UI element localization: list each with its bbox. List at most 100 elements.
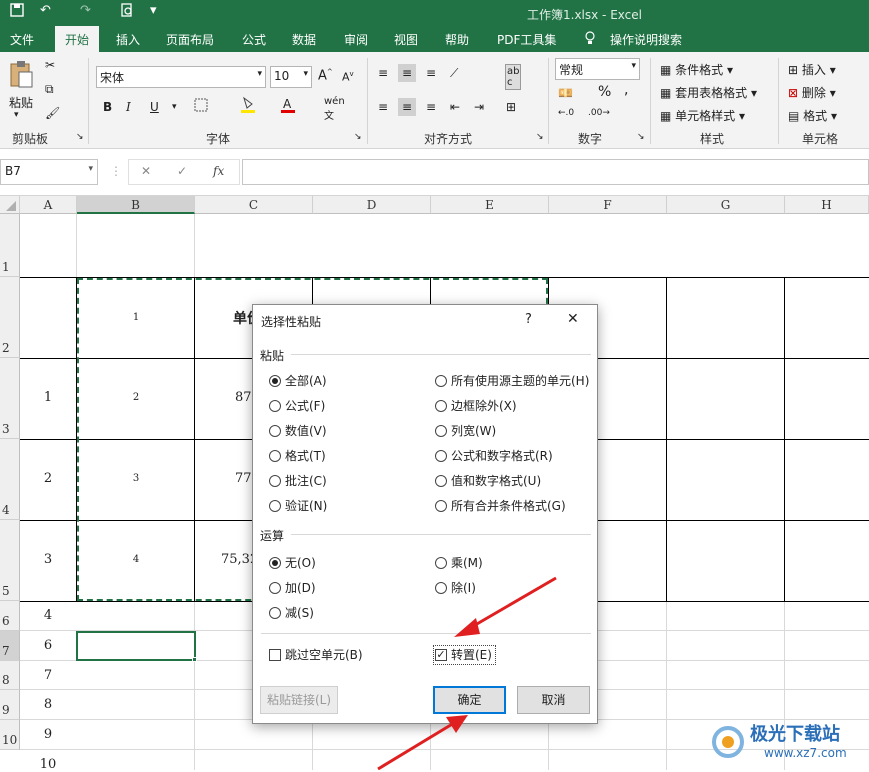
orientation-icon[interactable]: ⟋ bbox=[450, 66, 458, 81]
percent-style-icon[interactable]: % bbox=[598, 84, 611, 100]
clipboard-launcher-icon[interactable]: ↘ bbox=[76, 132, 84, 142]
checkbox-skip-blanks[interactable]: 跳过空单元(B) bbox=[269, 647, 363, 663]
select-all-corner[interactable] bbox=[0, 196, 20, 214]
phonetic-icon[interactable]: wén 文 bbox=[324, 96, 345, 122]
radio-paste-source-theme[interactable]: 所有使用源主题的单元(H) bbox=[435, 373, 589, 389]
decrease-decimal-icon[interactable]: .00→ bbox=[588, 108, 610, 118]
redo-icon[interactable]: ↷ bbox=[80, 3, 91, 18]
tab-review[interactable]: 审阅 bbox=[344, 31, 368, 48]
tab-pdf-tools[interactable]: PDF工具集 bbox=[497, 31, 556, 48]
delete-cells-button[interactable]: ⊠ 删除 ▾ bbox=[788, 84, 836, 101]
row-header-3[interactable]: 3 bbox=[0, 358, 20, 439]
column-header-h[interactable]: H bbox=[785, 196, 869, 214]
column-header-d[interactable]: D bbox=[313, 196, 431, 214]
radio-paste-validation[interactable]: 验证(N) bbox=[269, 498, 327, 514]
close-button[interactable]: ✕ bbox=[567, 311, 579, 327]
font-size-select[interactable]: 10 ▾ bbox=[270, 66, 312, 88]
tab-page-layout[interactable]: 页面布局 bbox=[166, 31, 214, 48]
undo-icon[interactable]: ↶ bbox=[40, 3, 51, 18]
tab-view[interactable]: 视图 bbox=[394, 31, 418, 48]
customize-qa-icon[interactable]: ▾ bbox=[150, 3, 157, 18]
alignment-launcher-icon[interactable]: ↘ bbox=[536, 132, 544, 142]
save-icon[interactable] bbox=[10, 3, 24, 21]
number-launcher-icon[interactable]: ↘ bbox=[637, 132, 645, 142]
radio-op-add[interactable]: 加(D) bbox=[269, 580, 316, 596]
row-header-1[interactable]: 1 bbox=[0, 214, 20, 277]
align-middle-icon[interactable]: ≡ bbox=[398, 64, 417, 82]
row-header-8[interactable]: 8 bbox=[0, 661, 20, 690]
radio-paste-no-borders[interactable]: 边框除外(X) bbox=[435, 398, 517, 414]
row-header-5[interactable]: 5 bbox=[0, 520, 20, 601]
cancel-entry-icon[interactable]: ✕ bbox=[141, 164, 151, 178]
decrease-font-icon[interactable]: Av bbox=[342, 70, 354, 84]
cancel-button[interactable]: 取消 bbox=[517, 686, 590, 714]
radio-paste-formats[interactable]: 格式(T) bbox=[269, 448, 326, 464]
fill-handle[interactable] bbox=[192, 657, 197, 662]
align-right-icon[interactable]: ≡ bbox=[426, 100, 436, 114]
format-as-table-button[interactable]: ▦ 套用表格格式 ▾ bbox=[660, 84, 757, 101]
name-box[interactable]: B7 ▾ bbox=[0, 159, 98, 185]
tab-data[interactable]: 数据 bbox=[292, 31, 316, 48]
radio-paste-column-widths[interactable]: 列宽(W) bbox=[435, 423, 496, 439]
row-header-6[interactable]: 6 bbox=[0, 601, 20, 631]
confirm-entry-icon[interactable]: ✓ bbox=[177, 164, 187, 178]
insert-cells-button[interactable]: ⊞ 插入 ▾ bbox=[788, 61, 836, 78]
align-center-icon[interactable]: ≡ bbox=[398, 98, 417, 116]
radio-op-none[interactable]: 无(O) bbox=[269, 555, 316, 571]
cut-icon[interactable]: ✂ bbox=[45, 58, 55, 72]
radio-op-multiply[interactable]: 乘(M) bbox=[435, 555, 483, 571]
cell-styles-button[interactable]: ▦ 单元格样式 ▾ bbox=[660, 107, 745, 124]
italic-icon[interactable]: I bbox=[126, 100, 131, 114]
format-cells-button[interactable]: ▤ 格式 ▾ bbox=[788, 107, 837, 124]
column-header-b[interactable]: B bbox=[77, 196, 195, 214]
wrap-text-icon[interactable]: ab c bbox=[505, 64, 522, 90]
paste-dropdown-icon[interactable]: ▾ bbox=[14, 110, 19, 120]
increase-font-icon[interactable]: A^ bbox=[318, 68, 333, 83]
radio-paste-comments[interactable]: 批注(C) bbox=[269, 473, 327, 489]
accounting-format-icon[interactable]: 💴 bbox=[558, 86, 573, 100]
print-preview-icon[interactable] bbox=[120, 3, 134, 21]
column-header-e[interactable]: E bbox=[431, 196, 549, 214]
increase-indent-icon[interactable]: ⇥ bbox=[474, 100, 484, 114]
bold-icon[interactable]: B bbox=[103, 100, 112, 114]
row-header-7[interactable]: 7 bbox=[0, 631, 20, 661]
formula-input[interactable] bbox=[242, 159, 869, 185]
font-name-select[interactable]: 宋体 ▾ bbox=[96, 66, 266, 88]
underline-icon[interactable]: U bbox=[150, 100, 159, 114]
name-box-dropdown-icon[interactable]: ▾ bbox=[88, 164, 93, 174]
align-top-icon[interactable]: ≡ bbox=[378, 66, 388, 80]
tab-formulas[interactable]: 公式 bbox=[242, 31, 266, 48]
align-left-icon[interactable]: ≡ bbox=[378, 100, 388, 114]
column-header-f[interactable]: F bbox=[549, 196, 667, 214]
radio-paste-formulas[interactable]: 公式(F) bbox=[269, 398, 325, 414]
paste-icon[interactable] bbox=[8, 60, 34, 93]
row-header-2[interactable]: 2 bbox=[0, 277, 20, 358]
radio-paste-values[interactable]: 数值(V) bbox=[269, 423, 327, 439]
font-color-icon[interactable]: A bbox=[280, 96, 296, 117]
radio-paste-merge-conditional[interactable]: 所有合并条件格式(G) bbox=[435, 498, 566, 514]
fill-color-icon[interactable] bbox=[240, 96, 256, 117]
merge-center-icon[interactable]: ⊞ bbox=[506, 100, 516, 114]
row-header-10[interactable]: 10 bbox=[0, 720, 20, 750]
help-button[interactable]: ? bbox=[525, 312, 532, 327]
column-header-a[interactable]: A bbox=[20, 196, 77, 214]
comma-style-icon[interactable]: , bbox=[624, 82, 628, 98]
align-bottom-icon[interactable]: ≡ bbox=[426, 66, 436, 80]
active-cell-b7[interactable] bbox=[76, 631, 196, 661]
radio-paste-all[interactable]: 全部(A) bbox=[269, 373, 327, 389]
paste-link-button[interactable]: 粘贴链接(L) bbox=[260, 686, 338, 714]
borders-icon[interactable] bbox=[194, 98, 208, 115]
tell-me-search[interactable]: 操作说明搜索 bbox=[610, 31, 682, 48]
row-header-4[interactable]: 4 bbox=[0, 439, 20, 520]
conditional-format-button[interactable]: ▦ 条件格式 ▾ bbox=[660, 61, 733, 78]
tab-file[interactable]: 文件 bbox=[10, 31, 34, 48]
paste-button[interactable]: 粘贴 bbox=[9, 94, 33, 111]
radio-op-subtract[interactable]: 减(S) bbox=[269, 605, 314, 621]
format-painter-icon[interactable]: 🖌 bbox=[45, 106, 60, 120]
underline-dropdown-icon[interactable]: ▾ bbox=[172, 102, 177, 112]
tab-insert[interactable]: 插入 bbox=[116, 31, 140, 48]
increase-decimal-icon[interactable]: ←.0 bbox=[558, 108, 574, 118]
radio-paste-formulas-numbers[interactable]: 公式和数字格式(R) bbox=[435, 448, 553, 464]
radio-paste-values-numbers[interactable]: 值和数字格式(U) bbox=[435, 473, 541, 489]
row-header-9[interactable]: 9 bbox=[0, 690, 20, 720]
